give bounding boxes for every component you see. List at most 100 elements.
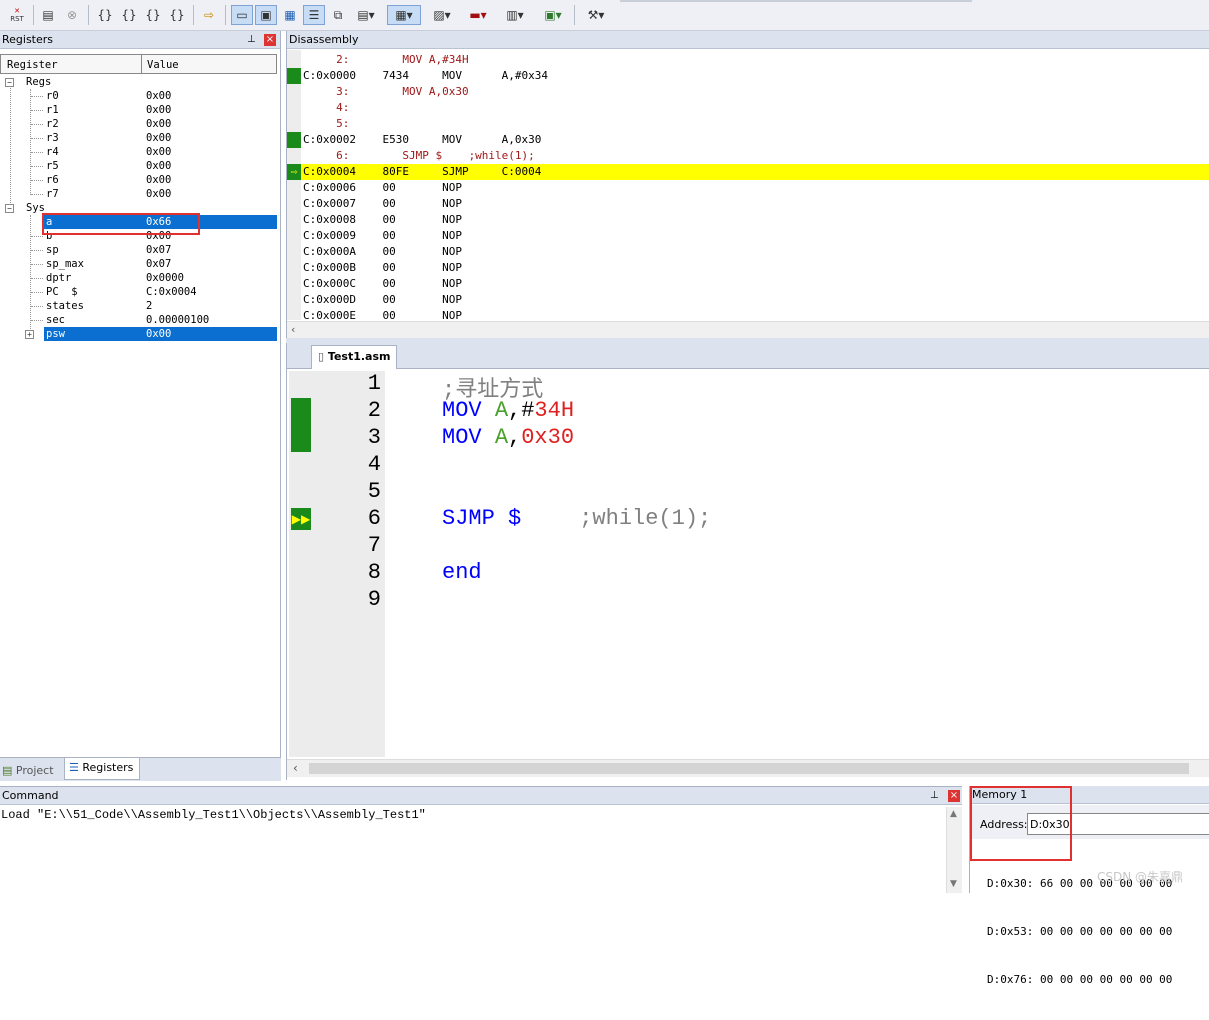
code-line-6[interactable]: SJMP $ ;while(1);	[442, 506, 711, 531]
current-line-arrow-icon: ▶▶	[291, 508, 311, 530]
scroll-down-icon[interactable]: ▼	[950, 879, 957, 889]
tab-test1-asm[interactable]: ▯ Test1.asm	[311, 345, 397, 369]
disassembly-window-icon[interactable]: ▣	[255, 5, 277, 25]
register-row[interactable]: r3 0x00	[0, 131, 277, 145]
disasm-source-line[interactable]: 4:	[303, 100, 1209, 116]
memory-window-icon[interactable]: ▦▾	[387, 5, 421, 25]
file-icon: ▯	[318, 350, 325, 363]
register-row[interactable]: r4 0x00	[0, 145, 277, 159]
line-number: 7	[367, 533, 381, 558]
register-row[interactable]: r2 0x00	[0, 117, 277, 131]
current-pc-arrow-icon: ⇨	[287, 164, 301, 180]
line-number: 6	[367, 506, 381, 531]
register-row[interactable]: r1 0x00	[0, 103, 277, 117]
registers-header: Registers ⊥ ×	[0, 31, 280, 49]
disasm-line[interactable]: C:0x0007 00 NOP	[303, 196, 1209, 212]
close-icon[interactable]: ×	[264, 34, 276, 46]
command-title: Command	[2, 789, 59, 802]
register-row[interactable]: states 2	[0, 299, 277, 313]
reset-icon[interactable]: ✕ RST	[6, 5, 28, 25]
run-icon[interactable]: ▤	[38, 5, 58, 25]
highlight-box-a	[42, 213, 200, 235]
disasm-line[interactable]: C:0x0008 00 NOP	[303, 212, 1209, 228]
registers-window-icon[interactable]: ☰	[303, 5, 325, 25]
register-column-header: Register Value	[0, 54, 277, 74]
disasm-line[interactable]: C:0x0002 E530 MOV A,0x30	[303, 132, 1209, 148]
code-line-8[interactable]: end	[442, 560, 482, 585]
executed-marker	[291, 398, 311, 425]
line-number: 8	[367, 560, 381, 585]
register-row[interactable]: sp_max 0x07	[0, 257, 277, 271]
disasm-line-current[interactable]: C:0x0004 80FE SJMP C:0004	[303, 164, 1209, 180]
disasm-source-line[interactable]: 5:	[303, 116, 1209, 132]
disasm-source-line[interactable]: 3: MOV A,0x30	[303, 84, 1209, 100]
registers-tabs: ▤ Project ☰ Registers	[0, 757, 281, 781]
tab-registers[interactable]: ☰ Registers	[64, 758, 140, 780]
register-row[interactable]: r5 0x00	[0, 159, 277, 173]
disasm-hscrollbar[interactable]: ‹	[287, 321, 1209, 338]
line-number: 5	[367, 479, 381, 504]
command-header: Command ⊥ ×	[0, 787, 962, 805]
close-icon[interactable]: ×	[948, 790, 960, 802]
disasm-source-line[interactable]: 6: SJMP $ ;while(1);	[303, 148, 1209, 164]
trace-window-icon[interactable]: ▥▾	[500, 5, 530, 25]
command-output: Load "E:\\51_Code\\Assembly_Test1\\Objec…	[1, 808, 426, 822]
scroll-left-icon[interactable]: ‹	[293, 761, 298, 775]
serial-window-icon[interactable]: ▨▾	[427, 5, 457, 25]
line-number: 2	[367, 398, 381, 423]
line-number: 3	[367, 425, 381, 450]
registers-tab-icon: ☰	[69, 761, 79, 774]
register-row[interactable]: sp 0x07	[0, 243, 277, 257]
disasm-line[interactable]: C:0x0009 00 NOP	[303, 228, 1209, 244]
group-regs[interactable]: Regs	[0, 75, 277, 89]
line-number: 4	[367, 452, 381, 477]
disassembly-title: Disassembly	[289, 33, 359, 46]
register-row[interactable]: r6 0x00	[0, 173, 277, 187]
memory-row[interactable]: D:0x76: 00 00 00 00 00 00 00	[987, 972, 1172, 988]
step-out-icon[interactable]: {}	[142, 5, 164, 25]
disassembly-panel: Disassembly ⇨ 2: MOV A,#34H C:0x0000 743…	[286, 31, 1209, 338]
editor-tabbar: ▯ Test1.asm	[287, 343, 1209, 369]
register-row[interactable]: PC $ C:0x0004	[0, 285, 277, 299]
symbols-window-icon[interactable]: ▦	[279, 5, 301, 25]
pin-icon[interactable]: ⊥	[930, 787, 939, 805]
register-row[interactable]: sec 0.00000100	[0, 313, 277, 327]
col-value[interactable]: Value	[147, 59, 179, 71]
system-viewer-icon[interactable]: ▣▾	[537, 5, 569, 25]
editor-hscrollbar[interactable]: ‹	[287, 759, 1209, 777]
code-line-2[interactable]: MOV A,#34H	[442, 398, 574, 423]
scroll-left-icon[interactable]: ‹	[290, 323, 297, 336]
disasm-line[interactable]: C:0x000C 00 NOP	[303, 276, 1209, 292]
disasm-line[interactable]: C:0x000A 00 NOP	[303, 244, 1209, 260]
pin-icon[interactable]: ⊥	[247, 31, 256, 49]
scroll-up-icon[interactable]: ▲	[950, 809, 957, 819]
line-number: 9	[367, 587, 381, 612]
disasm-line[interactable]: C:0x000B 00 NOP	[303, 260, 1209, 276]
watch-window-icon[interactable]: ▤▾	[351, 5, 381, 25]
col-register[interactable]: Register	[7, 59, 58, 71]
register-row-psw[interactable]: psw 0x00	[0, 327, 277, 341]
tab-project[interactable]: ▤ Project	[2, 762, 54, 780]
call-stack-icon[interactable]: ⧉	[327, 5, 349, 25]
command-vscrollbar[interactable]: ▲ ▼	[946, 807, 962, 893]
analysis-window-icon[interactable]: ▬▾	[463, 5, 493, 25]
step-into-icon[interactable]: {}	[94, 5, 116, 25]
run-to-cursor-icon[interactable]: {}	[166, 5, 188, 25]
show-next-statement-icon[interactable]: ⇨	[198, 5, 220, 25]
command-window-icon[interactable]: ▭	[231, 5, 253, 25]
memory-row[interactable]: D:0x53: 00 00 00 00 00 00 00	[987, 924, 1172, 940]
toolbox-icon[interactable]: ⚒▾	[580, 5, 612, 25]
line-number: 1	[367, 371, 381, 396]
register-row[interactable]: r7 0x00	[0, 187, 277, 201]
disasm-line[interactable]: C:0x0000 7434 MOV A,#0x34	[303, 68, 1209, 84]
register-row[interactable]: dptr 0x0000	[0, 271, 277, 285]
disasm-line[interactable]: C:0x000D 00 NOP	[303, 292, 1209, 308]
step-over-icon[interactable]: {}	[118, 5, 140, 25]
executed-marker	[287, 132, 301, 148]
register-row[interactable]: r0 0x00	[0, 89, 277, 103]
code-line-3[interactable]: MOV A,0x30	[442, 425, 574, 450]
disasm-line[interactable]: C:0x0006 00 NOP	[303, 180, 1209, 196]
stop-icon[interactable]: ⊗	[62, 5, 82, 25]
scroll-thumb[interactable]	[309, 763, 1189, 774]
disasm-source-line[interactable]: 2: MOV A,#34H	[303, 52, 1209, 68]
